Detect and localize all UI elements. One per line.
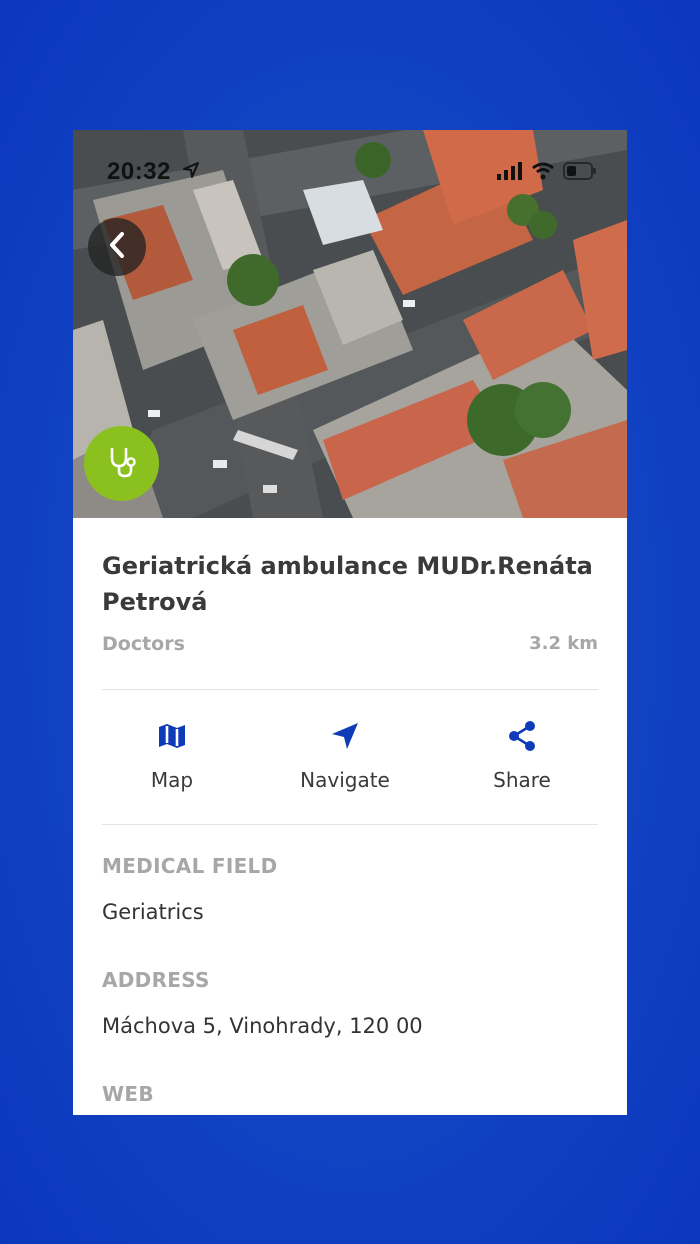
back-button[interactable] [88,218,146,276]
address-label: ADDRESS [102,968,210,992]
chevron-left-icon [107,231,127,263]
medical-field-value: Geriatrics [102,900,204,924]
wifi-icon [531,162,555,185]
navigate-button[interactable]: Navigate [275,718,415,808]
status-bar: 20:32 [73,130,627,216]
action-bar: Map Navigate Share [102,718,598,808]
status-time: 20:32 [107,158,171,185]
place-detail-screen: 20:32 Geriatrická ambulance MUDr.Renáta … [73,130,627,1115]
location-arrow-icon [183,162,199,183]
stethoscope-icon [104,444,140,484]
place-title: Geriatrická ambulance MUDr.Renáta Petrov… [102,552,593,616]
place-meta: Doctors 3.2 km [102,633,598,657]
share-button[interactable]: Share [452,718,592,808]
place-distance: 3.2 km [529,633,598,654]
navigate-button-label: Navigate [300,768,390,792]
share-icon [504,718,540,754]
divider [102,689,598,690]
map-button-label: Map [150,768,194,792]
medical-field-label: MEDICAL FIELD [102,854,278,878]
map-button[interactable]: Map [102,718,242,808]
share-button-label: Share [493,768,551,792]
aerial-photo: 20:32 [73,130,627,518]
place-category: Doctors [102,633,185,655]
navigate-arrow-icon [327,718,363,754]
map-icon [154,718,190,754]
web-label: WEB [102,1082,154,1106]
divider [102,824,598,825]
address-value[interactable]: Máchova 5, Vinohrady, 120 00 [102,1014,423,1038]
battery-icon [563,162,597,185]
signal-icon [497,162,523,185]
category-badge [84,426,159,501]
